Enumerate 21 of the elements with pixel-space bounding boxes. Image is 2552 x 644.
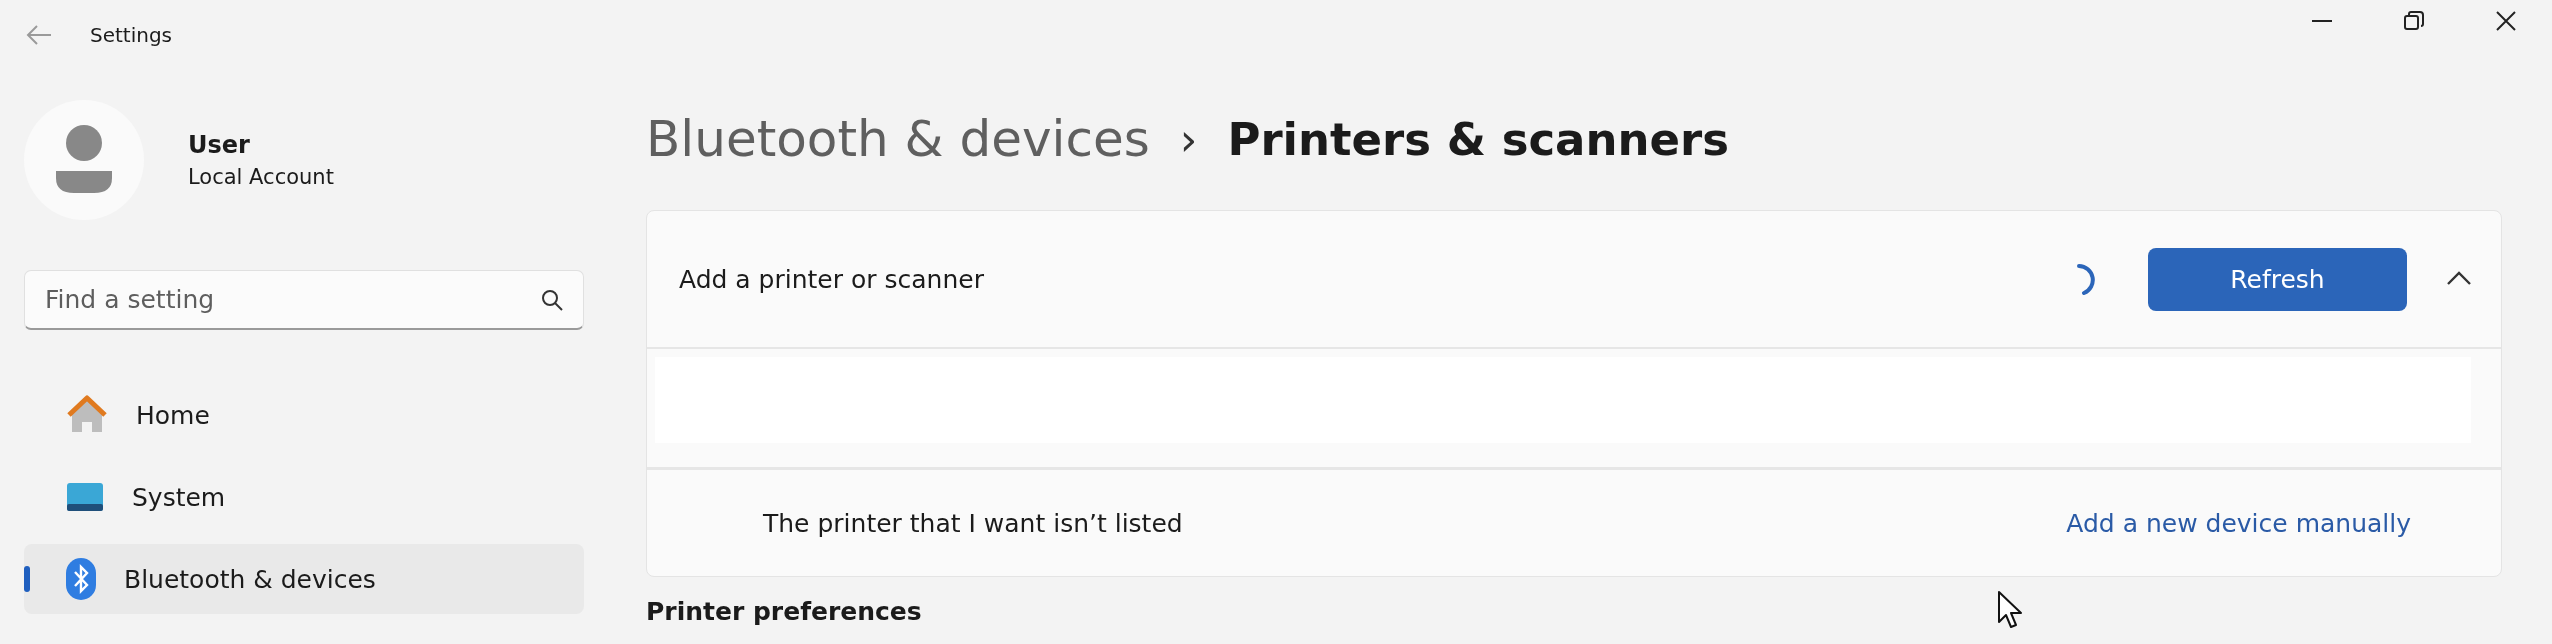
window-title: Settings [90, 23, 173, 47]
sidebar-item[interactable]: Home [24, 380, 584, 450]
search-icon [540, 288, 564, 312]
card-title: Add a printer or scanner [679, 264, 985, 294]
section-heading: Printer preferences [646, 597, 922, 626]
search-field[interactable]: Find a setting [24, 270, 584, 330]
user-name: User [188, 131, 251, 159]
avatar[interactable] [24, 100, 144, 220]
selection-indicator [24, 566, 30, 592]
page-title: Printers & scanners [1227, 112, 1730, 166]
add-device-link[interactable]: Add a new device manually [2066, 508, 2411, 538]
bluetooth-icon [66, 558, 96, 600]
sidebar-item[interactable]: Bluetooth & devices [24, 544, 584, 614]
sidebar-item[interactable]: System [24, 462, 584, 532]
cursor-icon [1997, 590, 2025, 630]
account-type: Local Account [188, 165, 334, 189]
breadcrumb-link[interactable]: Bluetooth & devices [646, 110, 1150, 168]
refresh-button[interactable]: Refresh [2148, 247, 2407, 311]
missing-printer-text: The printer that I want isn’t listed [763, 508, 1184, 538]
breadcrumb-separator: › [1179, 113, 1198, 165]
monitor-icon [66, 482, 104, 512]
